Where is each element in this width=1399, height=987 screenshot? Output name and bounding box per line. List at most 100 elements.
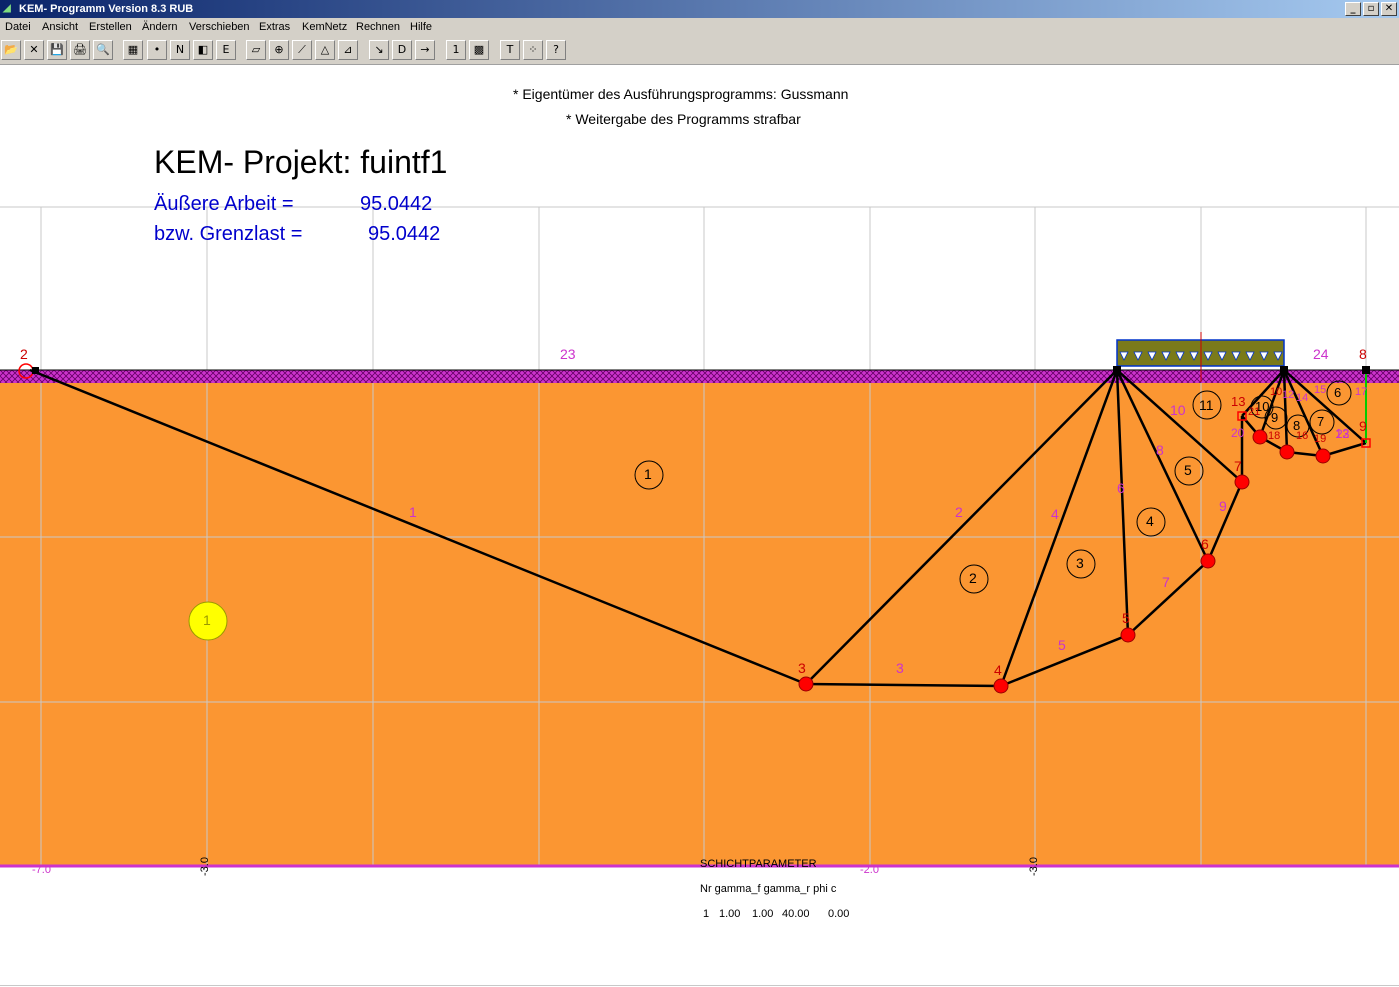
- parameter-c: 0.00: [828, 908, 850, 920]
- line-icon[interactable]: ⟋: [292, 40, 312, 60]
- grid-icon[interactable]: ▦: [123, 40, 143, 60]
- line-label: 4: [1051, 506, 1059, 522]
- parameters-header: Nr gamma_f gamma_r phi c: [700, 883, 837, 895]
- toolbar: 📂 ✕ 💾 🖨 🔍 ▦ • N ◧ E ▱ ⊕ ⟋ △ ⊿ ↘ D → 1 ▩ T ⁘?: [0, 37, 1399, 65]
- node-label: 6: [1201, 536, 1209, 552]
- close-file-icon[interactable]: ✕: [24, 40, 44, 60]
- menu-verschieben[interactable]: Verschieben: [189, 21, 250, 33]
- node-label: 5: [1122, 610, 1130, 626]
- surface-band: [0, 370, 1399, 383]
- body-label: 2: [969, 570, 977, 586]
- parameter-nr: 1: [703, 908, 710, 920]
- d-arrow-icon[interactable]: D: [392, 40, 412, 60]
- node-label: 3: [798, 660, 806, 676]
- line-label: 8: [1156, 442, 1164, 458]
- zoom-icon[interactable]: ⊕: [269, 40, 289, 60]
- window-title: KEM- Programm Version 8.3 RUB: [19, 3, 194, 15]
- node-label: 19: [1314, 433, 1327, 445]
- parameter-phi: 40.00: [782, 908, 810, 920]
- work-value: 95.0442: [360, 193, 433, 215]
- line-label: 3: [896, 660, 904, 676]
- triangle-x-icon[interactable]: ⊿: [338, 40, 358, 60]
- body-label: 7: [1317, 414, 1325, 429]
- line-label: 2: [955, 504, 963, 520]
- window-controls: _ ▫ ✕: [1345, 2, 1397, 16]
- line-label: 13: [1335, 426, 1350, 441]
- node-label: 16: [1296, 430, 1309, 442]
- node-label: 18: [1268, 430, 1281, 442]
- line-label: 1: [409, 504, 417, 520]
- node-label: 2: [20, 346, 28, 362]
- layer-icon[interactable]: ◧: [193, 40, 213, 60]
- menu-extras[interactable]: Extras: [259, 21, 290, 33]
- app-icon: ◢: [3, 3, 11, 14]
- minimize-button[interactable]: _: [1345, 2, 1361, 16]
- open-icon[interactable]: 📂: [1, 40, 21, 60]
- line-label: 6: [1117, 480, 1125, 496]
- menu-kemnetz[interactable]: KemNetz: [302, 21, 347, 33]
- node-label: 12: [1282, 389, 1295, 401]
- node-label: 21: [1248, 406, 1261, 418]
- line-label: 10: [1170, 402, 1186, 418]
- help-icon[interactable]: ?: [546, 40, 566, 60]
- menu-rechnen[interactable]: Rechnen: [356, 21, 400, 33]
- layer-label: 1: [203, 612, 211, 628]
- drawing-canvas[interactable]: 1 2 3 4 5 6 7 8 9 10 11 1 2 3 4 5 6 7 8 …: [0, 64, 1399, 987]
- arrow-right-icon[interactable]: →: [415, 40, 435, 60]
- node-label: 4: [994, 662, 1002, 678]
- dots-icon[interactable]: ⁘: [523, 40, 543, 60]
- project-title: KEM- Projekt: fuintf1: [154, 144, 448, 180]
- menu-bar: Datei Ansicht Erstellen Ändern Verschieb…: [0, 18, 1399, 37]
- triangle-icon[interactable]: △: [315, 40, 335, 60]
- node-label: 7: [1234, 458, 1242, 474]
- matrix-icon[interactable]: ▩: [469, 40, 489, 60]
- axis-label: -3.0: [199, 857, 211, 876]
- axis-label: -7.0: [32, 864, 51, 876]
- body-label: 6: [1334, 385, 1342, 400]
- body-label: 11: [1199, 397, 1214, 413]
- node-label: 8: [1359, 346, 1367, 362]
- node-label: 20: [1231, 426, 1245, 440]
- line-label: 23: [560, 346, 576, 362]
- menu-hilfe[interactable]: Hilfe: [410, 21, 432, 33]
- node-label: 17: [1355, 386, 1368, 398]
- menu-datei[interactable]: Datei: [5, 21, 31, 33]
- menu-erstellen[interactable]: Erstellen: [89, 21, 132, 33]
- node-label: 9: [1359, 418, 1367, 434]
- menu-aendern[interactable]: Ändern: [142, 21, 177, 33]
- title-bar: ◢ KEM- Programm Version 8.3 RUB _ ▫ ✕: [0, 0, 1399, 18]
- body-label: 3: [1076, 555, 1084, 571]
- close-button[interactable]: ✕: [1381, 2, 1397, 16]
- parallelogram-icon[interactable]: ▱: [246, 40, 266, 60]
- parameters-title: SCHICHTPARAMETER: [700, 858, 817, 870]
- distribution-notice: * Weitergabe des Programms strafbar: [566, 111, 801, 127]
- node-label: 13: [1231, 394, 1246, 409]
- node-label: 14: [1296, 392, 1309, 404]
- save-icon[interactable]: 💾: [47, 40, 67, 60]
- arrow-down-right-icon[interactable]: ↘: [369, 40, 389, 60]
- body-label: 1: [644, 466, 652, 482]
- node-label: 10: [1270, 386, 1283, 398]
- node-label: 15: [1314, 384, 1327, 396]
- body-label: 5: [1184, 462, 1192, 478]
- line-label: 24: [1313, 346, 1329, 362]
- limit-value: 95.0442: [368, 223, 441, 245]
- menu-ansicht[interactable]: Ansicht: [42, 21, 78, 33]
- limit-label: bzw. Grenzlast =: [154, 223, 303, 245]
- print-preview-icon[interactable]: 🔍: [93, 40, 113, 60]
- edit-e-icon[interactable]: E: [216, 40, 236, 60]
- no-entry-icon[interactable]: N: [170, 40, 190, 60]
- parameter-gamma-f: 1.00: [719, 908, 741, 920]
- one-icon[interactable]: 1: [446, 40, 466, 60]
- body-label: 4: [1146, 513, 1154, 529]
- print-icon[interactable]: 🖨: [70, 40, 90, 60]
- line-label: 5: [1058, 637, 1066, 653]
- parameter-gamma-r: 1.00: [752, 908, 774, 920]
- work-label: Äußere Arbeit =: [154, 193, 294, 215]
- maximize-button[interactable]: ▫: [1363, 2, 1379, 16]
- text-icon[interactable]: T: [500, 40, 520, 60]
- body-label: 9: [1271, 410, 1279, 425]
- owner-notice: * Eigentümer des Ausführungsprogramms: G…: [513, 86, 849, 102]
- line-label: 9: [1219, 498, 1227, 514]
- node-icon[interactable]: •: [147, 40, 167, 60]
